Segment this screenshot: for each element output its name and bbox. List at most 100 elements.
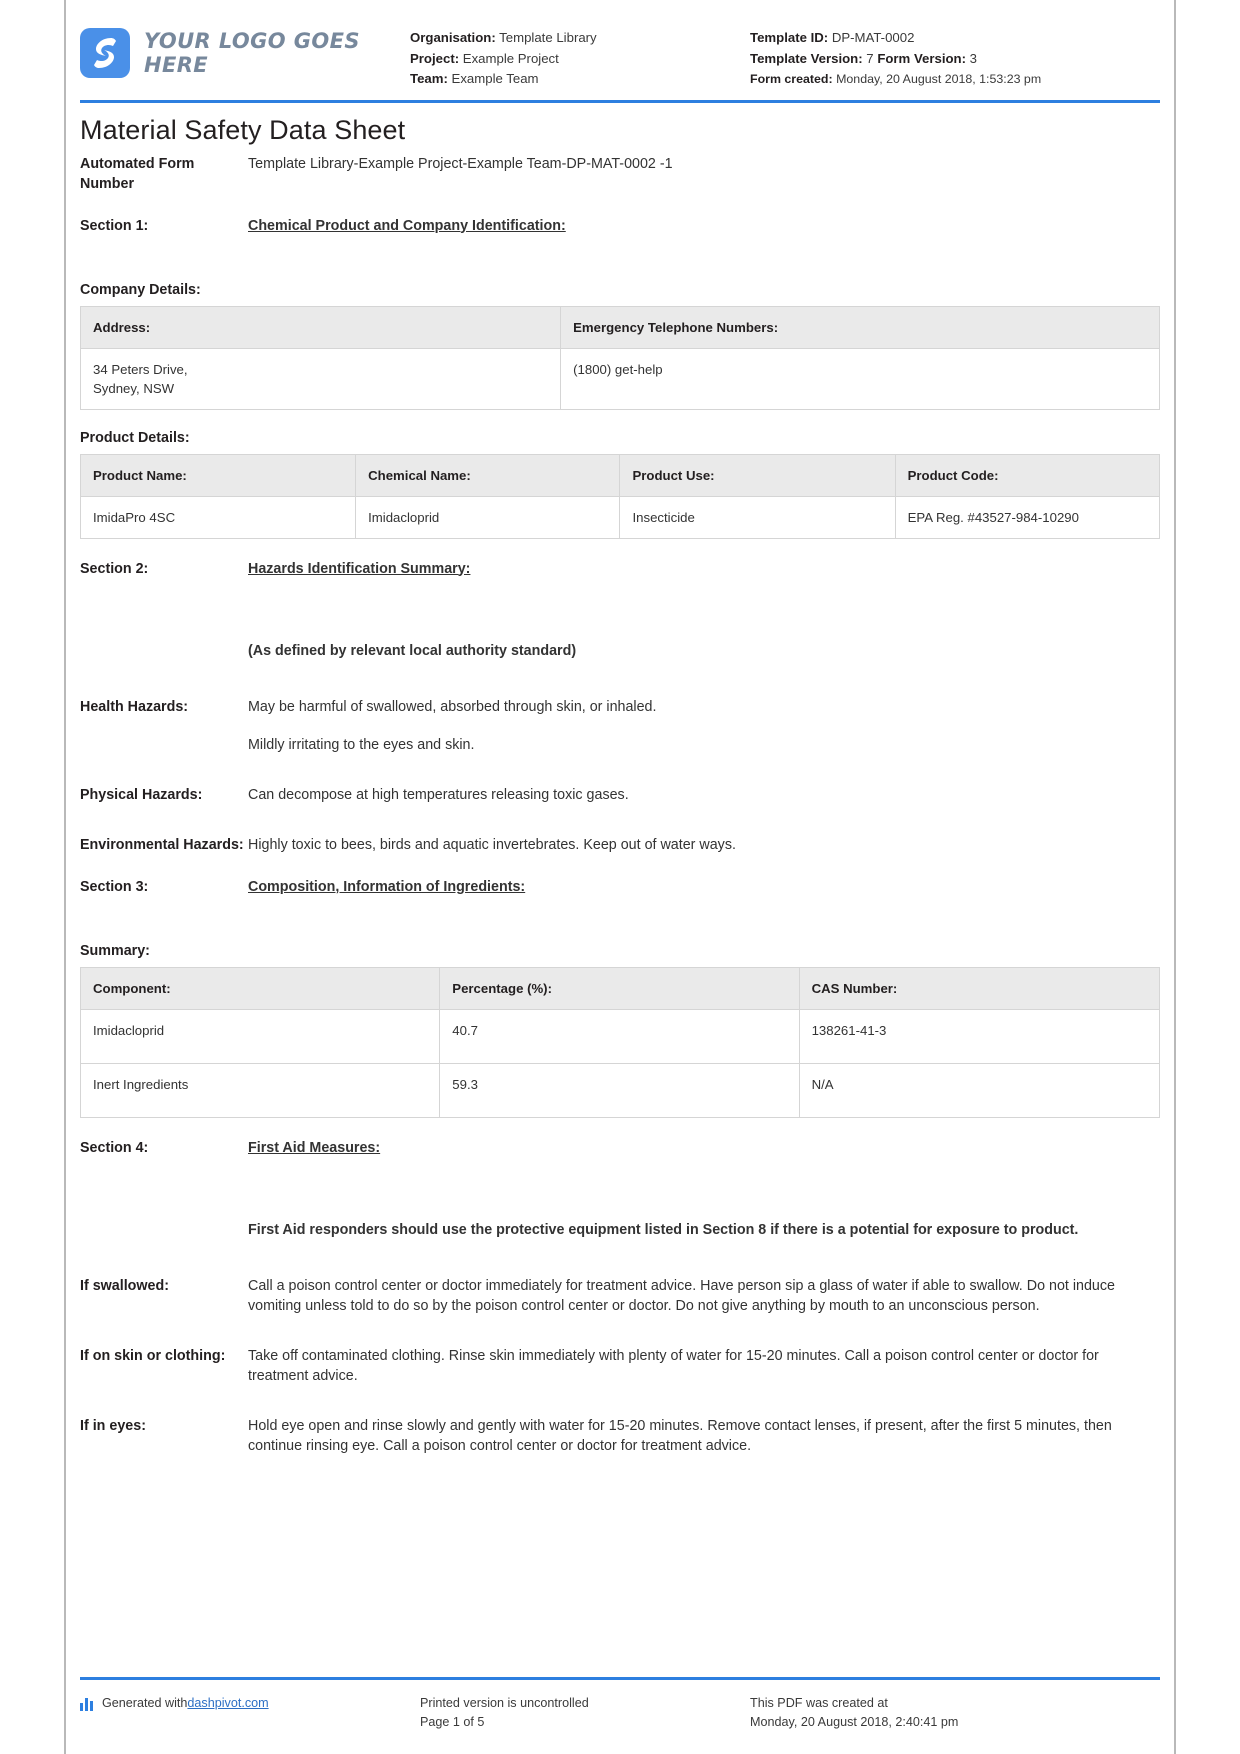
- section-1-heading-row: Section 1: Chemical Product and Company …: [80, 216, 1160, 236]
- section-3-heading-row: Section 3: Composition, Information of I…: [80, 877, 1160, 897]
- automated-form-number-value: Template Library-Example Project-Example…: [248, 155, 673, 172]
- section-2-note: (As defined by relevant local authority …: [248, 642, 577, 659]
- if-in-eyes-label: If in eyes:: [80, 1417, 146, 1434]
- if-on-skin-label: If on skin or clothing:: [80, 1347, 226, 1364]
- table-header-row: Product Name: Chemical Name: Product Use…: [79, 453, 1161, 497]
- template-version-row: Template Version: 7 Form Version: 3: [750, 49, 1162, 70]
- if-swallowed-value: Call a poison control center or doctor i…: [248, 1277, 1115, 1314]
- organisation-row: Organisation: Template Library: [410, 28, 750, 49]
- health-hazards-label: Health Hazards:: [80, 698, 189, 715]
- form-created-value: Monday, 20 August 2018, 1:53:23 pm: [836, 72, 1042, 86]
- template-id-label: Template ID:: [750, 30, 829, 45]
- composition-table: Component: Percentage (%): CAS Number: I…: [79, 966, 1161, 1118]
- col-component: Component:: [79, 966, 441, 1010]
- cell-cas-number: 138261-41-3: [798, 1008, 1161, 1064]
- col-emergency-telephone: Emergency Telephone Numbers:: [560, 305, 1160, 349]
- template-id-value: DP-MAT-0002: [831, 30, 915, 45]
- form-version-label: Form Version:: [877, 50, 966, 66]
- section-4-note-row: First Aid responders should use the prot…: [80, 1220, 1160, 1240]
- document-page: YOUR LOGO GOES HERE Organisation: Templa…: [0, 0, 1240, 1754]
- cell-product-code: EPA Reg. #43527-984-10290: [894, 495, 1161, 539]
- health-hazards-value: May be harmful of swallowed, absorbed th…: [248, 697, 1160, 755]
- template-version-label: Template Version:: [750, 50, 863, 66]
- physical-hazards-label: Physical Hazards:: [80, 786, 203, 803]
- col-chemical-name: Chemical Name:: [355, 453, 621, 497]
- table-row: 34 Peters Drive, Sydney, NSW (1800) get-…: [79, 347, 1160, 410]
- col-cas-number: CAS Number:: [798, 966, 1161, 1010]
- automated-form-number-row: Automated Form Number Template Library-E…: [80, 154, 1160, 194]
- pdf-created-notice: This PDF was created at: [750, 1696, 888, 1710]
- form-created-label: Form created:: [750, 72, 833, 86]
- if-swallowed-label: If swallowed:: [80, 1277, 169, 1294]
- col-percentage: Percentage (%):: [439, 966, 800, 1010]
- project-row: Project: Example Project: [410, 49, 750, 70]
- pdf-created-timestamp: Monday, 20 August 2018, 2:40:41 pm: [750, 1715, 959, 1729]
- company-details-table: Address: Emergency Telephone Numbers: 34…: [79, 305, 1160, 410]
- footer-divider: [80, 1677, 1160, 1680]
- page-footer: Generated with dashpivot.com Printed ver…: [80, 1694, 1160, 1732]
- cell-chemical-name: Imidacloprid: [355, 495, 621, 539]
- section-4-heading-row: Section 4: First Aid Measures:: [80, 1138, 1160, 1158]
- health-hazards-row: Health Hazards: May be harmful of swallo…: [80, 697, 1160, 755]
- template-id-row: Template ID: DP-MAT-0002: [750, 28, 1162, 49]
- table-row: Imidacloprid 40.7 138261-41-3: [79, 1008, 1161, 1064]
- team-value: Example Team: [451, 71, 539, 86]
- section-2-title: Hazards Identification Summary:: [248, 560, 471, 577]
- section-3-title: Composition, Information of Ingredients:: [248, 878, 526, 895]
- health-hazards-line-1: May be harmful of swallowed, absorbed th…: [248, 698, 657, 715]
- project-value: Example Project: [462, 50, 559, 66]
- product-details-table: Product Name: Chemical Name: Product Use…: [79, 453, 1161, 539]
- address-line-2: Sydney, NSW: [93, 380, 175, 396]
- cell-percentage: 59.3: [439, 1062, 800, 1118]
- table-header-row: Address: Emergency Telephone Numbers:: [79, 305, 1160, 349]
- cell-product-name: ImidaPro 4SC: [79, 495, 357, 539]
- section-1-label: Section 1:: [80, 217, 149, 234]
- logo-text: YOUR LOGO GOES HERE: [144, 29, 360, 77]
- company-details-heading: Company Details:: [80, 281, 201, 298]
- team-row: Team: Example Team: [410, 69, 750, 90]
- if-on-skin-value: Take off contaminated clothing. Rinse sk…: [248, 1347, 1099, 1384]
- company-logo-icon: [80, 28, 130, 78]
- table-header-row: Component: Percentage (%): CAS Number:: [79, 966, 1161, 1010]
- template-version-value: 7: [866, 50, 874, 66]
- table-row: ImidaPro 4SC Imidacloprid Insecticide EP…: [79, 495, 1161, 539]
- col-product-use: Product Use:: [619, 453, 896, 497]
- section-2-note-row: (As defined by relevant local authority …: [80, 641, 1160, 661]
- organisation-value: Template Library: [499, 30, 597, 45]
- footer-print-info: Printed version is uncontrolled Page 1 o…: [420, 1694, 750, 1732]
- page-header: YOUR LOGO GOES HERE Organisation: Templa…: [0, 0, 1240, 90]
- dashpivot-link[interactable]: dashpivot.com: [187, 1694, 268, 1713]
- section-2-label: Section 2:: [80, 560, 149, 577]
- header-org-meta: Organisation: Template Library Project: …: [410, 18, 750, 90]
- col-product-code: Product Code:: [894, 453, 1161, 497]
- if-in-eyes-row: If in eyes: Hold eye open and rinse slow…: [80, 1416, 1160, 1456]
- col-address: Address:: [79, 305, 562, 349]
- if-swallowed-row: If swallowed: Call a poison control cent…: [80, 1276, 1160, 1316]
- header-template-meta: Template ID: DP-MAT-0002 Template Versio…: [750, 18, 1162, 90]
- footer-created-info: This PDF was created at Monday, 20 Augus…: [750, 1694, 1160, 1732]
- cell-cas-number: N/A: [798, 1062, 1161, 1118]
- dashpivot-bars-icon: [80, 1698, 95, 1711]
- cell-component: Imidacloprid: [79, 1008, 441, 1064]
- section-2-heading-row: Section 2: Hazards Identification Summar…: [80, 559, 1160, 579]
- product-details-heading: Product Details:: [80, 429, 190, 446]
- cell-percentage: 40.7: [439, 1008, 800, 1064]
- generated-with-text: Generated with: [102, 1696, 188, 1710]
- logo-block: YOUR LOGO GOES HERE: [80, 18, 410, 78]
- form-version-value: 3: [969, 50, 977, 66]
- section-4-title: First Aid Measures:: [248, 1139, 381, 1156]
- form-created-row: Form created: Monday, 20 August 2018, 1:…: [750, 69, 1162, 90]
- if-in-eyes-value: Hold eye open and rinse slowly and gentl…: [248, 1417, 1112, 1454]
- physical-hazards-row: Physical Hazards: Can decompose at high …: [80, 785, 1160, 805]
- if-on-skin-row: If on skin or clothing: Take off contami…: [80, 1346, 1160, 1386]
- header-divider: [80, 99, 1160, 103]
- environmental-hazards-row: Environmental Hazards: Highly toxic to b…: [80, 835, 1160, 855]
- composition-summary-heading: Summary:: [80, 942, 150, 959]
- printed-version-notice: Printed version is uncontrolled: [420, 1696, 589, 1710]
- health-hazards-line-2: Mildly irritating to the eyes and skin.: [248, 736, 475, 753]
- automated-form-number-label: Automated Form Number: [80, 155, 195, 192]
- environmental-hazards-value: Highly toxic to bees, birds and aquatic …: [248, 836, 736, 853]
- cell-address: 34 Peters Drive, Sydney, NSW: [79, 347, 562, 410]
- page-title: Material Safety Data Sheet: [80, 114, 406, 145]
- environmental-hazards-label: Environmental Hazards:: [80, 836, 244, 853]
